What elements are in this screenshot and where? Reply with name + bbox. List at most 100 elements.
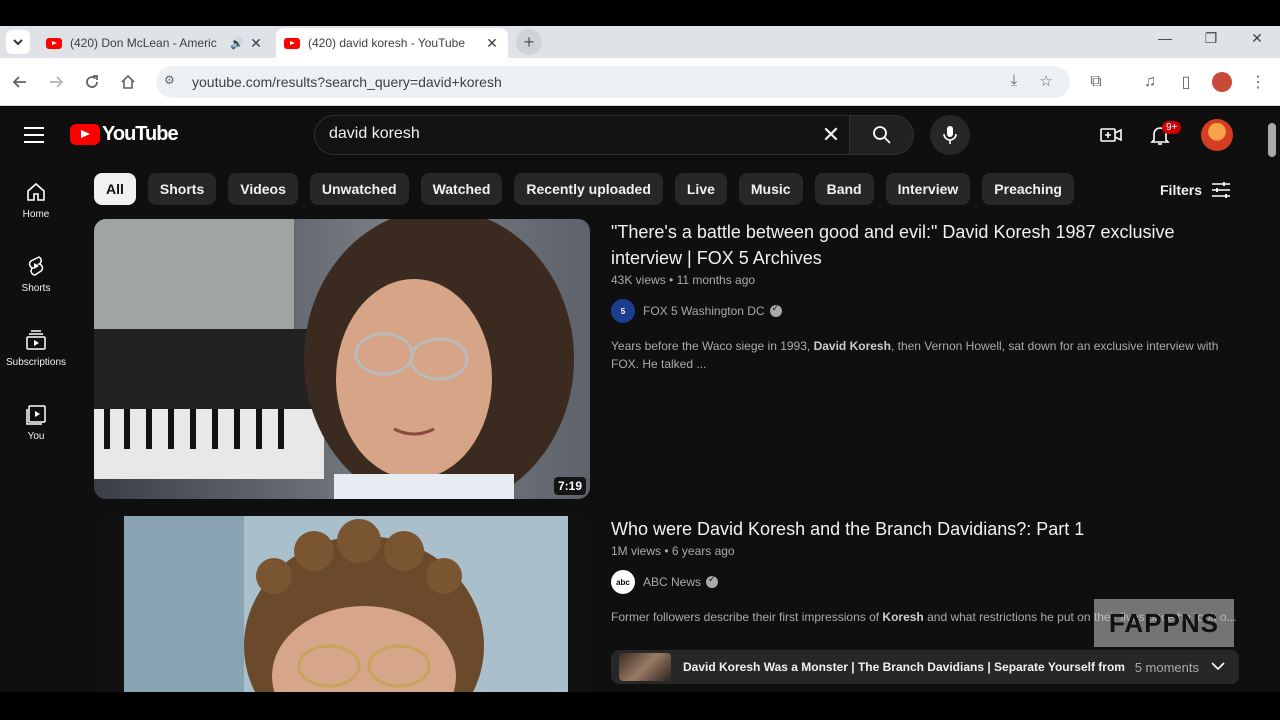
sidebar-label: You (27, 431, 45, 442)
filters-label: Filters (1160, 182, 1203, 198)
search-input[interactable] (329, 125, 809, 143)
upload-age: 6 years ago (671, 544, 735, 558)
chip-all[interactable]: All (94, 173, 136, 205)
moment-title: David Koresh Was a Monster | The Branch … (683, 660, 1127, 674)
close-tab-icon[interactable]: ✕ (484, 35, 500, 52)
browser-toolbar: ⚙ youtube.com/results?search_query=david… (0, 58, 1280, 106)
filter-chips-bar: All Shorts Videos Unwatched Watched Rece… (94, 173, 1074, 205)
page-scrollbar[interactable] (1264, 107, 1280, 692)
sidebar-label: Subscriptions (5, 357, 67, 368)
watermark-text: FAPPNS (1108, 607, 1220, 638)
filter-sliders-icon (1212, 182, 1231, 198)
tab-search-button[interactable] (6, 30, 30, 54)
sidebar-item-you[interactable]: You (0, 385, 72, 455)
new-tab-button[interactable]: + (516, 29, 542, 55)
upload-age: 11 months ago (676, 273, 756, 287)
side-panel-icon[interactable]: ▯ (1174, 70, 1198, 94)
logo-text: YouTube (102, 123, 179, 145)
video-result[interactable]: Who were David Koresh and the Branch Dav… (94, 516, 1244, 692)
sidebar-item-shorts[interactable]: Shorts (0, 237, 72, 307)
browser-tab-david-koresh[interactable]: (420) david koresh - YouTube ✕ (276, 28, 508, 58)
home-button-icon[interactable] (116, 70, 140, 94)
address-bar[interactable]: ⚙ youtube.com/results?search_query=david… (156, 66, 1070, 98)
video-thumbnail[interactable] (94, 516, 590, 692)
key-moments-row[interactable]: David Koresh Was a Monster | The Branch … (611, 650, 1239, 684)
search-button[interactable] (850, 115, 914, 155)
chip-live[interactable]: Live (674, 173, 727, 205)
channel-name[interactable]: FOX 5 Washington DC (643, 304, 765, 318)
channel-avatar[interactable]: 5 (611, 299, 635, 323)
channel-info[interactable]: abc ABC News (611, 570, 1241, 594)
youtube-logo[interactable]: YouTube (70, 123, 179, 146)
browser-tab-don-mclean[interactable]: (420) Don McLean - Americ 🔊 ✕ (38, 28, 272, 58)
reload-icon[interactable] (80, 70, 104, 94)
channel-watermark: FAPPNS (1094, 599, 1234, 647)
chip-music[interactable]: Music (738, 173, 803, 205)
sidebar-item-subscriptions[interactable]: Subscriptions (0, 311, 72, 381)
chip-shorts[interactable]: Shorts (147, 173, 217, 205)
sidebar-item-home[interactable]: Home (0, 163, 72, 233)
chip-band[interactable]: Band (814, 173, 874, 205)
chip-recently-uploaded[interactable]: Recently uploaded (514, 173, 663, 205)
moment-thumbnail (619, 653, 671, 681)
view-count: 1M views (611, 544, 662, 558)
channel-info[interactable]: 5 FOX 5 Washington DC (611, 299, 1241, 323)
tab-title: (420) david koresh - YouTube (308, 36, 465, 50)
chip-watched[interactable]: Watched (420, 173, 503, 205)
guide-menu-icon[interactable] (24, 127, 44, 143)
video-title[interactable]: Who were David Koresh and the Branch Dav… (611, 516, 1241, 542)
extensions-icon[interactable]: ⧉ (1084, 70, 1108, 94)
voice-search-button[interactable] (930, 115, 970, 155)
url-text[interactable]: youtube.com/results?search_query=david+k… (192, 74, 502, 90)
forward-icon[interactable] (44, 70, 68, 94)
video-metadata: 43K views • 11 months ago (611, 273, 756, 287)
view-count: 43K views (611, 273, 666, 287)
bookmark-star-icon[interactable]: ☆ (1036, 72, 1056, 92)
microphone-icon (943, 126, 957, 144)
site-info-icon[interactable]: ⚙ (164, 73, 182, 91)
minimize-icon[interactable]: — (1150, 30, 1180, 46)
restore-icon[interactable]: ❐ (1196, 30, 1226, 47)
subscriptions-icon (26, 330, 46, 350)
moments-count: 5 moments (1134, 659, 1199, 675)
create-video-icon[interactable] (1099, 123, 1123, 147)
thumbnail-image (94, 219, 590, 499)
close-window-icon[interactable]: ✕ (1242, 30, 1272, 47)
youtube-favicon-icon (46, 37, 62, 49)
video-thumbnail[interactable]: 7:19 (94, 219, 590, 499)
description-highlight: Koresh (882, 610, 924, 624)
tab-title: (420) Don McLean - Americ (70, 36, 217, 50)
chip-interview[interactable]: Interview (885, 173, 971, 205)
browser-tab-bar: (420) Don McLean - Americ 🔊 ✕ (420) davi… (0, 26, 1280, 58)
verified-badge-icon (706, 574, 719, 588)
scrollbar-thumb[interactable] (1268, 123, 1276, 157)
speaker-icon[interactable]: 🔊 (230, 37, 244, 50)
close-tab-icon[interactable]: ✕ (248, 35, 264, 52)
account-avatar[interactable] (1201, 119, 1233, 151)
expand-chevron-icon[interactable] (1211, 660, 1225, 674)
browser-menu-icon[interactable]: ⋮ (1246, 70, 1270, 94)
masthead: YouTube ✕ 9+ (0, 107, 1264, 163)
video-metadata: 1M views • 6 years ago (611, 544, 735, 558)
video-title[interactable]: "There's a battle between good and evil:… (611, 219, 1241, 271)
chip-preaching[interactable]: Preaching (982, 173, 1074, 205)
video-info: "There's a battle between good and evil:… (611, 219, 1241, 373)
notification-count-badge: 9+ (1162, 121, 1182, 134)
install-app-icon[interactable]: ⤓ (1004, 72, 1024, 92)
screen: (420) Don McLean - Americ 🔊 ✕ (420) davi… (0, 0, 1280, 720)
back-icon[interactable] (8, 70, 32, 94)
video-result[interactable]: 7:19 "There's a battle between good and … (94, 219, 1244, 501)
home-icon (27, 182, 45, 201)
youtube-page: YouTube ✕ 9+ Home (0, 107, 1280, 692)
channel-name[interactable]: ABC News (643, 575, 701, 589)
clear-search-icon[interactable]: ✕ (819, 124, 843, 148)
chevron-down-icon (13, 39, 23, 46)
video-duration: 7:19 (553, 477, 586, 495)
channel-avatar[interactable]: abc (611, 570, 635, 594)
filters-button[interactable]: Filters (1160, 181, 1232, 199)
chip-videos[interactable]: Videos (228, 173, 298, 205)
media-controls-icon[interactable]: ♫ (1138, 70, 1162, 94)
sidebar-label: Home (22, 209, 50, 220)
profile-avatar-icon[interactable] (1210, 70, 1234, 94)
chip-unwatched[interactable]: Unwatched (309, 173, 409, 205)
